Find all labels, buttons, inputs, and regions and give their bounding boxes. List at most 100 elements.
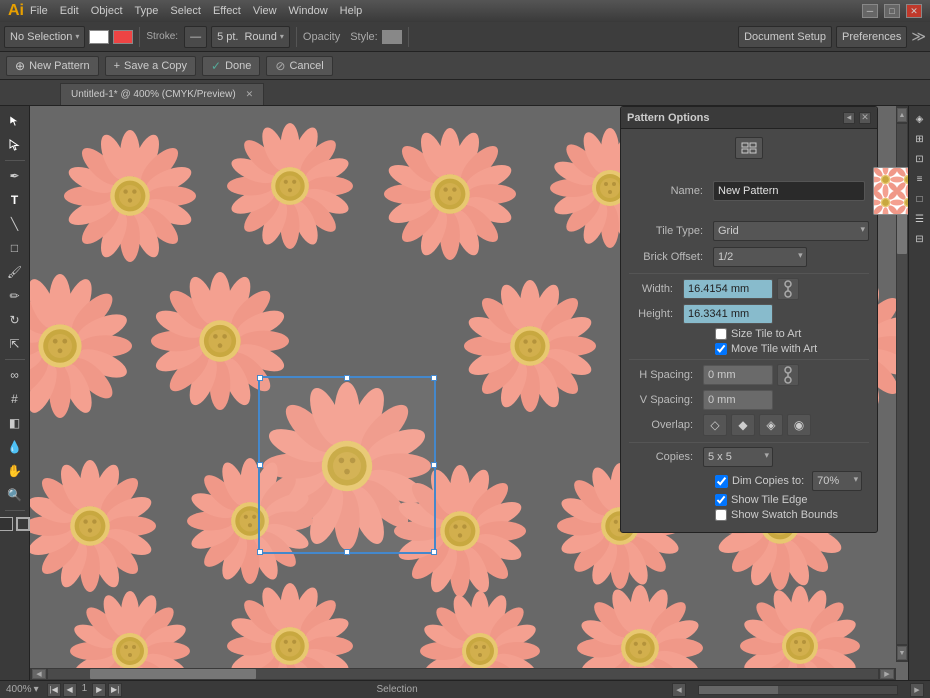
type-tool[interactable]: T bbox=[3, 189, 27, 211]
handle-mr[interactable] bbox=[431, 462, 437, 468]
menu-effect[interactable]: Effect bbox=[213, 5, 241, 17]
layers-btn[interactable]: ☰ bbox=[911, 210, 929, 228]
mesh-tool[interactable]: # bbox=[3, 388, 27, 410]
zoom-dropdown[interactable]: ▾ bbox=[34, 684, 39, 695]
stroke-weight-input[interactable]: — bbox=[184, 26, 207, 48]
status-arrow-right[interactable]: ▶ bbox=[910, 683, 924, 697]
fill-color[interactable] bbox=[89, 30, 109, 44]
separator2 bbox=[296, 27, 297, 47]
first-page-btn[interactable]: |◀ bbox=[47, 683, 61, 697]
dim-copies-checkbox[interactable] bbox=[715, 475, 728, 488]
scroll-hthumb[interactable] bbox=[90, 669, 256, 679]
menu-view[interactable]: View bbox=[253, 5, 277, 17]
done-button[interactable]: ✓ Done bbox=[202, 56, 260, 76]
handle-bl[interactable] bbox=[257, 549, 263, 555]
document-tab[interactable]: Untitled-1* @ 400% (CMYK/Preview) ✕ bbox=[60, 83, 264, 105]
link-spacing-button[interactable] bbox=[777, 364, 799, 386]
eyedropper-tool[interactable]: 💧 bbox=[3, 436, 27, 458]
line-tool[interactable]: ╲ bbox=[3, 213, 27, 235]
menu-file[interactable]: File bbox=[30, 5, 48, 17]
panel-close-button[interactable]: ✕ bbox=[859, 112, 871, 124]
show-tile-edge-checkbox[interactable] bbox=[715, 494, 727, 506]
pencil-tool[interactable]: ✏ bbox=[3, 285, 27, 307]
scroll-right-btn[interactable]: ▶ bbox=[880, 669, 894, 679]
status-arrow-left[interactable]: ◀ bbox=[672, 683, 686, 697]
handle-ml[interactable] bbox=[257, 462, 263, 468]
select-tool[interactable] bbox=[3, 110, 27, 132]
menu-select[interactable]: Select bbox=[170, 5, 201, 17]
save-copy-button[interactable]: + Save a Copy bbox=[105, 56, 196, 76]
minimize-button[interactable]: ─ bbox=[862, 4, 878, 18]
handle-br[interactable] bbox=[431, 549, 437, 555]
scroll-bottom[interactable] bbox=[698, 685, 898, 695]
close-button[interactable]: ✕ bbox=[906, 4, 922, 18]
menu-window[interactable]: Window bbox=[289, 5, 328, 17]
artboards-btn[interactable]: ⊟ bbox=[911, 230, 929, 248]
dim-value-select[interactable]: 70% 50% 30% bbox=[812, 471, 862, 491]
size-to-art-checkbox[interactable] bbox=[715, 328, 727, 340]
pen-tool[interactable]: ✒ bbox=[3, 165, 27, 187]
move-tile-checkbox[interactable] bbox=[715, 343, 727, 355]
scroll-left-btn[interactable]: ◀ bbox=[32, 669, 46, 679]
panel-collapse-button[interactable]: ◂ bbox=[843, 112, 855, 124]
handle-tl[interactable] bbox=[257, 375, 263, 381]
stroke-panel-btn[interactable]: ≡ bbox=[911, 170, 929, 188]
overlap-left-front-btn[interactable]: ◇ bbox=[703, 414, 727, 436]
scroll-up-btn[interactable]: ▲ bbox=[897, 108, 907, 122]
height-input[interactable] bbox=[683, 304, 773, 324]
style-color[interactable] bbox=[382, 30, 402, 44]
menu-edit[interactable]: Edit bbox=[60, 5, 79, 17]
handle-tm[interactable] bbox=[344, 375, 350, 381]
show-swatch-bounds-checkbox[interactable] bbox=[715, 509, 727, 521]
v-spacing-input[interactable] bbox=[703, 390, 773, 410]
zoom-tool[interactable]: 🔍 bbox=[3, 484, 27, 506]
selection-dropdown[interactable]: No Selection ▾ bbox=[4, 26, 85, 48]
title-bar-controls: ─ □ ✕ bbox=[862, 4, 922, 18]
overlap-bottom-front-btn[interactable]: ◉ bbox=[787, 414, 811, 436]
brick-offset-select[interactable]: 1/2 1/3 1/4 bbox=[713, 247, 807, 267]
handle-bm[interactable] bbox=[344, 549, 350, 555]
stroke-style-dropdown[interactable]: 5 pt. Round ▾ bbox=[211, 26, 290, 48]
brush-tool[interactable]: 🖌 bbox=[3, 261, 27, 283]
tile-type-select[interactable]: Grid Brick by Row Brick by Column Hex by… bbox=[713, 221, 869, 241]
panel-icon[interactable]: ≫ bbox=[911, 28, 926, 45]
color-panel-btn[interactable]: ◈ bbox=[911, 110, 929, 128]
scroll-down-btn[interactable]: ▼ bbox=[897, 646, 907, 660]
last-page-btn[interactable]: ▶| bbox=[108, 683, 122, 697]
grid-icon-btn[interactable] bbox=[735, 137, 763, 159]
prev-page-btn[interactable]: ◀ bbox=[63, 683, 77, 697]
h-spacing-input[interactable] bbox=[703, 365, 773, 385]
stroke-box[interactable] bbox=[16, 517, 30, 531]
align-panel-btn[interactable]: ⊞ bbox=[911, 130, 929, 148]
link-dimensions-button[interactable] bbox=[777, 278, 799, 300]
prefs-button[interactable]: Preferences bbox=[836, 26, 907, 48]
scrollbar-h[interactable]: ◀ ▶ bbox=[30, 668, 896, 680]
handle-tr[interactable] bbox=[431, 375, 437, 381]
doc-setup-button[interactable]: Document Setup bbox=[738, 26, 832, 48]
copies-select[interactable]: 5 x 5 3 x 3 7 x 7 bbox=[703, 447, 773, 467]
panel-titlebar[interactable]: Pattern Options ◂ ✕ bbox=[621, 107, 877, 129]
blend-tool[interactable]: ∞ bbox=[3, 364, 27, 386]
rotate-tool[interactable]: ↻ bbox=[3, 309, 27, 331]
menu-help[interactable]: Help bbox=[340, 5, 363, 17]
rect-tool[interactable]: □ bbox=[3, 237, 27, 259]
name-input[interactable] bbox=[713, 181, 865, 201]
cancel-button[interactable]: ⊘ Cancel bbox=[266, 56, 332, 76]
maximize-button[interactable]: □ bbox=[884, 4, 900, 18]
direct-select-tool[interactable] bbox=[3, 134, 27, 156]
transform-panel-btn[interactable]: ⊡ bbox=[911, 150, 929, 168]
new-pattern-button[interactable]: ⊕ New Pattern bbox=[6, 56, 99, 76]
stroke-icon[interactable] bbox=[113, 30, 133, 44]
menu-object[interactable]: Object bbox=[91, 5, 123, 17]
overlap-top-front-btn[interactable]: ◈ bbox=[759, 414, 783, 436]
gradient-tool[interactable]: ◧ bbox=[3, 412, 27, 434]
scale-tool[interactable]: ⇱ bbox=[3, 333, 27, 355]
menu-type[interactable]: Type bbox=[135, 5, 159, 17]
next-page-btn[interactable]: ▶ bbox=[92, 683, 106, 697]
fill-box[interactable] bbox=[0, 517, 13, 531]
overlap-right-front-btn[interactable]: ◆ bbox=[731, 414, 755, 436]
width-input[interactable] bbox=[683, 279, 773, 299]
hand-tool[interactable]: ✋ bbox=[3, 460, 27, 482]
tab-close-button[interactable]: ✕ bbox=[246, 89, 254, 100]
pathfinder-btn[interactable]: □ bbox=[911, 190, 929, 208]
